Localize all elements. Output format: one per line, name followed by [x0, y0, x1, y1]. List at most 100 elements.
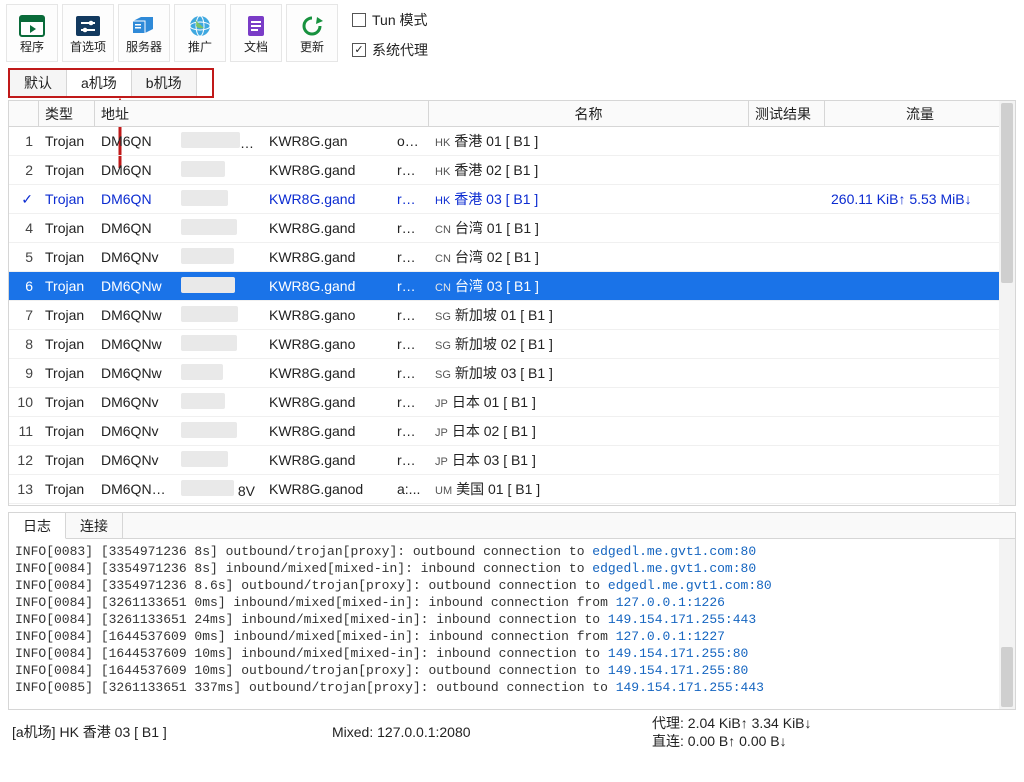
- cell-index: 4: [9, 220, 39, 236]
- group-tab-2[interactable]: b机场: [132, 70, 197, 96]
- cell-addr-frag: DM6QNw: [95, 307, 175, 323]
- table-row[interactable]: 13TrojanDM6QNwaz 8VKWR8G.ganoda:...UM美国 …: [9, 475, 1015, 504]
- cell-addr-frag2: KWR8G.gand: [263, 191, 391, 207]
- docs-icon: [242, 14, 270, 38]
- log-scrollbar[interactable]: [999, 539, 1015, 709]
- cell-name: JP日本 02 [ B1 ]: [429, 421, 749, 441]
- tun-checkbox[interactable]: Tun 模式: [352, 10, 428, 30]
- cell-addr-suffix: rg:...: [391, 365, 429, 381]
- col-name[interactable]: 名称: [429, 101, 749, 126]
- servers-button[interactable]: 服务器: [118, 4, 170, 62]
- cell-name: SG新加坡 01 [ B1 ]: [429, 305, 749, 325]
- cell-index: 7: [9, 307, 39, 323]
- table-row[interactable]: ✓TrojanDM6QN KWR8G.gandrg:...HK香港 03 [ B…: [9, 185, 1015, 214]
- table-row[interactable]: 6TrojanDM6QNw KWR8G.gandrg:...CN台湾 03 [ …: [9, 272, 1015, 301]
- program-button[interactable]: 程序: [6, 4, 58, 62]
- cell-name: HK香港 02 [ B1 ]: [429, 160, 749, 180]
- cell-index: 2: [9, 162, 39, 178]
- cell-index: 12: [9, 452, 39, 468]
- cell-addr-frag2: KWR8G.gand: [263, 394, 391, 410]
- status-proxy-traffic: 代理: 2.04 KiB↑ 3.34 KiB↓: [652, 714, 1012, 732]
- tun-checkbox-box: [352, 13, 366, 27]
- group-tab-1[interactable]: a机场: [67, 70, 132, 96]
- cell-addr-frag: DM6QNv: [95, 249, 175, 265]
- cell-addr-suffix: rg:...: [391, 162, 429, 178]
- cell-addr-smudge: [175, 190, 263, 209]
- table-row[interactable]: 2TrojanDM6QN KWR8G.gandrg:...HK香港 02 [ B…: [9, 156, 1015, 185]
- table-row[interactable]: 1TrojanDM6QN vc /KWR8G.ganorg:...HK香港 01…: [9, 127, 1015, 156]
- cell-addr-frag: DM6QNv: [95, 394, 175, 410]
- cell-index: ✓: [9, 191, 39, 208]
- cell-addr-frag: DM6QNw: [95, 278, 175, 294]
- update-icon: [298, 14, 326, 38]
- status-bar: [a机场] HK 香港 03 [ B1 ] Mixed: 127.0.0.1:2…: [0, 710, 1024, 754]
- cell-addr-suffix: rg:...: [391, 191, 429, 207]
- cell-index: 10: [9, 394, 39, 410]
- cell-addr-suffix: rg:...: [391, 394, 429, 410]
- cell-addr-smudge: [175, 422, 263, 441]
- col-index[interactable]: [9, 101, 39, 126]
- cell-addr-frag2: KWR8G.gand: [263, 452, 391, 468]
- cell-addr-frag: DM6QNw: [95, 336, 175, 352]
- table-row[interactable]: 9TrojanDM6QNw KWR8G.gandrg:...SG新加坡 03 […: [9, 359, 1015, 388]
- cell-addr-frag2: KWR8G.ganod: [263, 481, 391, 497]
- cell-addr-suffix: rg:...: [391, 423, 429, 439]
- cell-index: 13: [9, 481, 39, 497]
- col-flow[interactable]: 流量: [825, 101, 1015, 126]
- cell-type: Trojan: [39, 249, 95, 265]
- cell-addr-suffix: a:...: [391, 481, 429, 497]
- table-row[interactable]: 5TrojanDM6QNv KWR8G.gandrg:...CN台湾 02 [ …: [9, 243, 1015, 272]
- cell-flow: 260.11 KiB↑ 5.53 MiB↓: [825, 191, 1015, 207]
- status-current-server: [a机场] HK 香港 03 [ B1 ]: [12, 722, 332, 742]
- group-tab-0[interactable]: 默认: [10, 70, 67, 96]
- cell-addr-smudge: [175, 393, 263, 412]
- cell-type: Trojan: [39, 133, 95, 149]
- col-test[interactable]: 测试结果: [749, 101, 825, 126]
- group-tabs: 默认a机场b机场: [8, 68, 214, 98]
- prefs-button[interactable]: 首选项: [62, 4, 114, 62]
- toolbar: 程序首选项服务器推广 文档 更新 Tun 模式 ✓系统代理: [0, 0, 1024, 64]
- log-tab-0[interactable]: 日志: [9, 513, 66, 539]
- cell-addr-frag2: KWR8G.gand: [263, 365, 391, 381]
- table-row[interactable]: 10TrojanDM6QNv KWR8G.gandrg:...JP日本 01 […: [9, 388, 1015, 417]
- cell-addr-frag: DM6QNv: [95, 452, 175, 468]
- docs-button[interactable]: 文档: [230, 4, 282, 62]
- table-row[interactable]: 7TrojanDM6QNw KWR8G.ganorg:...SG新加坡 01 […: [9, 301, 1015, 330]
- cell-index: 11: [9, 423, 39, 439]
- cell-addr-suffix: rg:...: [391, 278, 429, 294]
- cell-addr-smudge: [175, 451, 263, 470]
- cell-type: Trojan: [39, 452, 95, 468]
- col-type[interactable]: 类型: [39, 101, 95, 126]
- cell-name: JP日本 01 [ B1 ]: [429, 392, 749, 412]
- col-addr[interactable]: 地址: [95, 101, 429, 126]
- log-body[interactable]: INFO[0083] [3354971236 8s] outbound/troj…: [9, 539, 1015, 709]
- cell-addr-frag2: KWR8G.gand: [263, 278, 391, 294]
- log-tab-1[interactable]: 连接: [66, 513, 123, 538]
- table-row[interactable]: 12TrojanDM6QNv KWR8G.gandrg:...JP日本 03 […: [9, 446, 1015, 475]
- cell-addr-suffix: org:...: [391, 133, 429, 149]
- cell-addr-frag: DM6QN: [95, 191, 175, 207]
- program-icon: [18, 14, 46, 38]
- cell-addr-frag2: KWR8G.gano: [263, 307, 391, 323]
- proxy-checkbox[interactable]: ✓系统代理: [352, 40, 428, 60]
- cell-name: SG新加坡 02 [ B1 ]: [429, 334, 749, 354]
- table-row[interactable]: 4TrojanDM6QN KWR8G.gandrg:...CN台湾 01 [ B…: [9, 214, 1015, 243]
- table-scrollbar[interactable]: [999, 101, 1015, 505]
- update-button[interactable]: 更新: [286, 4, 338, 62]
- table-row[interactable]: 11TrojanDM6QNv KWR8G.gandrg:...JP日本 02 […: [9, 417, 1015, 446]
- cell-addr-frag: DM6QNw: [95, 365, 175, 381]
- log-scroll-thumb[interactable]: [1001, 647, 1013, 707]
- prefs-icon: [74, 14, 102, 38]
- cell-addr-frag2: KWR8G.gand: [263, 423, 391, 439]
- docs-label: 文档: [244, 41, 268, 53]
- proxy-checkbox-label: 系统代理: [372, 40, 428, 60]
- cell-name: CN台湾 01 [ B1 ]: [429, 218, 749, 238]
- cell-name: JP日本 03 [ B1 ]: [429, 450, 749, 470]
- cell-index: 6: [9, 278, 39, 294]
- cell-addr-suffix: rg:...: [391, 336, 429, 352]
- promote-label: 推广: [188, 41, 212, 53]
- table-row[interactable]: 8TrojanDM6QNw KWR8G.ganorg:...SG新加坡 02 […: [9, 330, 1015, 359]
- table-scroll-thumb[interactable]: [1001, 103, 1013, 283]
- cell-name: HK香港 01 [ B1 ]: [429, 131, 749, 151]
- promote-button[interactable]: 推广: [174, 4, 226, 62]
